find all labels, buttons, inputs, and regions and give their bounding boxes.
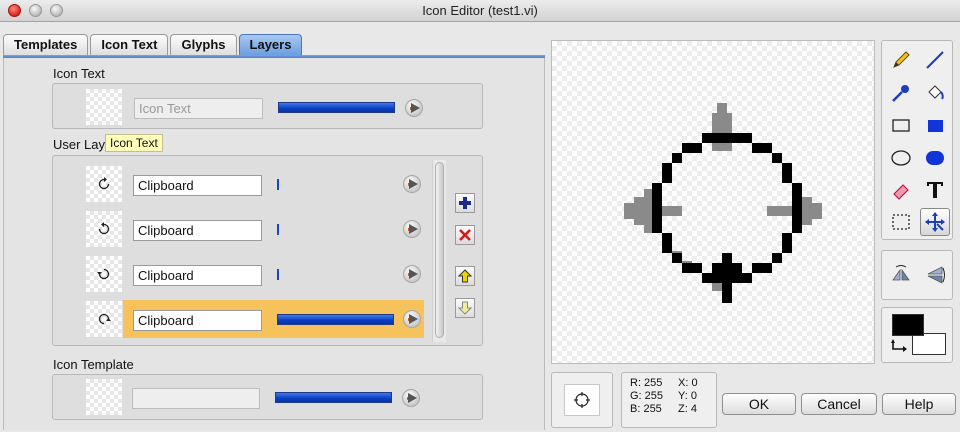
- rotate-cw-top-icon: [97, 268, 110, 280]
- delete-layer-button[interactable]: [455, 225, 475, 245]
- layer-thumbnail[interactable]: [86, 166, 122, 202]
- layer-thumbnail[interactable]: [86, 256, 122, 292]
- blue-value: B: 255: [630, 403, 662, 415]
- x-value: X: 0: [678, 377, 698, 389]
- icon-template-thumbnail: [86, 379, 122, 415]
- layer-menu-arrow-icon[interactable]: [403, 175, 421, 193]
- icon-canvas[interactable]: [551, 40, 875, 364]
- fill-tool[interactable]: [920, 79, 950, 107]
- move-tool[interactable]: [920, 208, 950, 236]
- ellipse-icon: [891, 150, 911, 166]
- tool-palette: [881, 40, 953, 240]
- delete-x-icon: [459, 229, 471, 241]
- layer-name-input[interactable]: Clipboard: [133, 265, 262, 286]
- foreground-color-swatch[interactable]: [892, 314, 924, 336]
- selection-tool[interactable]: [886, 208, 916, 236]
- filled-rectangle-icon: [928, 120, 943, 132]
- arrow-up-icon: [458, 269, 472, 283]
- layer-name-input[interactable]: Clipboard: [133, 220, 262, 241]
- canvas-drawing: [624, 103, 822, 303]
- arrow-down-icon: [458, 301, 472, 315]
- icon-text-input[interactable]: Icon Text: [134, 98, 263, 119]
- rectangle-tool[interactable]: [886, 111, 916, 139]
- icon-preview: [564, 384, 600, 416]
- layer-opacity-slider[interactable]: [277, 314, 394, 325]
- ellipse-tool[interactable]: [886, 144, 916, 172]
- eraser-tool[interactable]: [886, 176, 916, 204]
- icon-template-heading: Icon Template: [53, 357, 134, 372]
- layer-opacity-slider[interactable]: [277, 269, 279, 280]
- background-color-swatch[interactable]: [912, 333, 946, 355]
- icon-text-thumbnail: [86, 89, 122, 125]
- plus-icon: [459, 197, 471, 209]
- add-layer-button[interactable]: [455, 193, 475, 213]
- pencil-icon: [893, 51, 910, 68]
- filled-rectangle-tool[interactable]: [920, 111, 950, 139]
- pencil-tool[interactable]: [886, 46, 916, 74]
- layer-thumbnail[interactable]: [86, 211, 122, 247]
- icon-text-menu-arrow-icon[interactable]: [405, 99, 423, 117]
- swap-colors-icon[interactable]: [891, 339, 909, 353]
- crosshair-circle-icon: [574, 392, 590, 408]
- color-panel: [881, 307, 953, 363]
- layers-scrollbar[interactable]: [432, 160, 446, 342]
- layer-name-input[interactable]: Clipboard: [133, 310, 262, 331]
- rotate-cw-bottom-icon: [98, 313, 111, 325]
- move-layer-up-button[interactable]: [455, 266, 475, 286]
- filled-ellipse-icon: [926, 151, 944, 165]
- rotate-ccw-icon: [98, 177, 110, 190]
- icon-template-input[interactable]: [132, 388, 260, 409]
- line-tool[interactable]: [920, 46, 950, 74]
- dropper-tool[interactable]: [886, 79, 916, 107]
- rectangle-icon: [892, 119, 910, 132]
- y-value: Y: 0: [678, 390, 697, 402]
- layers-scroll-thumb[interactable]: [435, 162, 444, 338]
- layer-thumbnail[interactable]: [86, 301, 122, 337]
- tab-glyphs[interactable]: Glyphs: [170, 34, 237, 55]
- move-icon: [925, 212, 945, 232]
- red-value: R: 255: [630, 377, 663, 389]
- dropper-icon: [892, 85, 909, 102]
- icon-template-menu-arrow-icon[interactable]: [402, 389, 420, 407]
- flip-vertical-icon: [927, 266, 945, 284]
- icon-text-heading: Icon Text: [53, 66, 105, 81]
- filled-ellipse-tool[interactable]: [920, 144, 950, 172]
- line-icon: [926, 51, 944, 69]
- tooltip: Icon Text: [105, 134, 163, 152]
- flip-horizontal-tool[interactable]: [886, 261, 916, 289]
- tab-layers[interactable]: Layers: [238, 34, 303, 55]
- text-icon: [927, 182, 943, 198]
- selection-icon: [892, 214, 910, 230]
- ok-button[interactable]: OK: [722, 393, 796, 415]
- help-button[interactable]: Help: [882, 393, 956, 415]
- layer-name-input[interactable]: Clipboard: [133, 175, 262, 196]
- layer-opacity-slider[interactable]: [277, 179, 279, 190]
- cancel-button[interactable]: Cancel: [801, 393, 877, 415]
- icon-text-opacity-slider[interactable]: [278, 102, 395, 113]
- user-layers-heading: User Lay: [53, 137, 106, 152]
- layer-opacity-slider[interactable]: [277, 224, 279, 235]
- layer-menu-arrow-icon[interactable]: [403, 310, 421, 328]
- layer-menu-arrow-icon[interactable]: [403, 220, 421, 238]
- fill-bucket-icon: [928, 85, 944, 100]
- text-tool[interactable]: [920, 176, 950, 204]
- eraser-icon: [893, 184, 909, 200]
- icon-template-opacity-slider[interactable]: [275, 392, 392, 403]
- tab-templates[interactable]: Templates: [3, 34, 89, 55]
- window-title: Icon Editor (test1.vi): [422, 3, 538, 18]
- tab-icon-text[interactable]: Icon Text: [90, 34, 169, 55]
- layer-menu-arrow-icon[interactable]: [403, 265, 421, 283]
- flip-tool-panel: [881, 250, 953, 300]
- flip-vertical-tool[interactable]: [920, 261, 950, 289]
- tab-bar: Templates Icon Text Glyphs Layers: [3, 34, 304, 56]
- z-value: Z: 4: [678, 403, 697, 415]
- green-value: G: 255: [630, 390, 664, 402]
- rotate-cw-icon: [98, 222, 110, 235]
- move-layer-down-button[interactable]: [455, 298, 475, 318]
- icon-preview-box: [551, 372, 613, 428]
- flip-horizontal-icon: [892, 265, 910, 281]
- color-position-readout: R: 255 G: 255 B: 255 X: 0 Y: 0 Z: 4: [621, 372, 717, 428]
- title-bar: Icon Editor (test1.vi): [0, 0, 960, 22]
